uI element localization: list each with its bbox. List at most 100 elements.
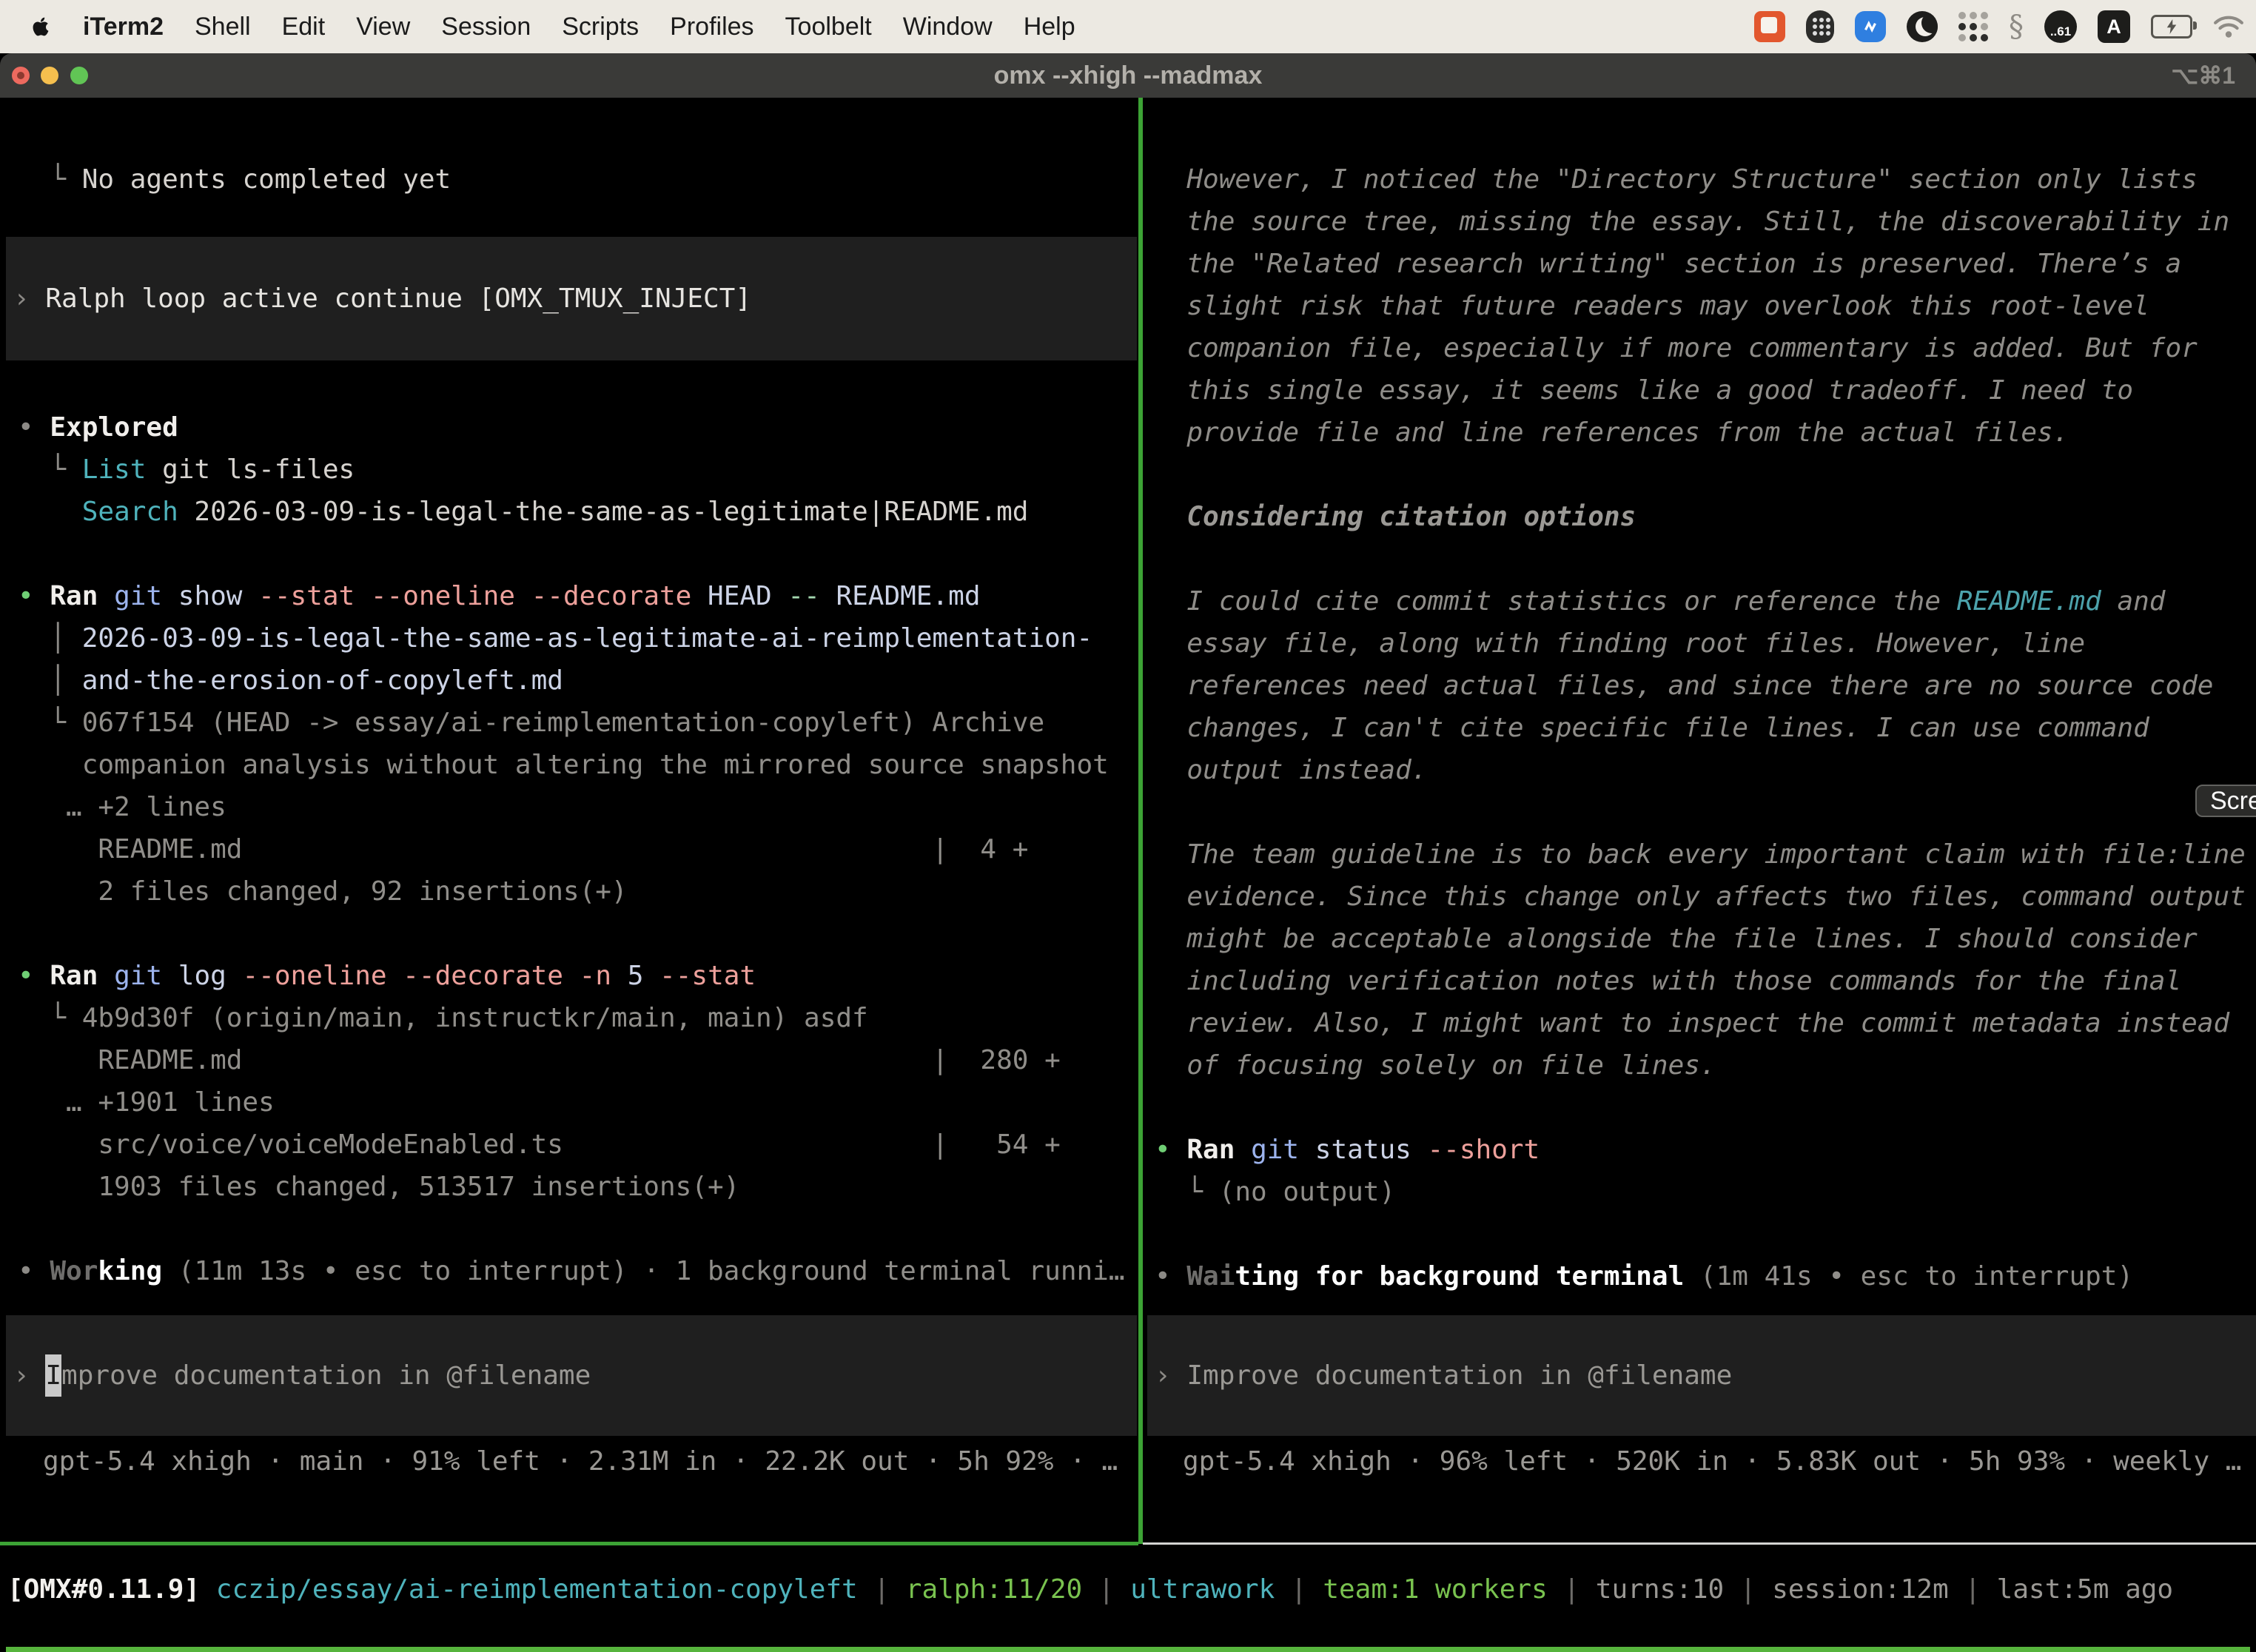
terminal-line [1155,1087,2246,1129]
terminal-line: evidence. Since this change only affects… [1155,876,2246,918]
terminal-line [1155,454,2246,496]
menu-item-profiles[interactable]: Profiles [670,13,753,41]
terminal-line: might be acceptable alongside the file l… [1155,918,2246,960]
wifi-icon[interactable] [2213,15,2244,38]
prompt-chevron: › [13,1354,45,1397]
terminal-area: └ No agents completed yet › Ralph loop a… [0,98,2256,1652]
terminal-line: • Working (11m 13s • esc to interrupt) ·… [18,1250,1125,1292]
ralph-loop-text: Ralph loop active continue [OMX_TMUX_INJ… [45,278,751,320]
terminal-line: changes, I can't cite specific file line… [1155,707,2246,749]
squiggle-icon[interactable]: § [2009,10,2024,44]
menu-item-edit[interactable]: Edit [282,13,326,41]
terminal-line: Considering citation options [1155,496,2246,538]
terminal-line: • Ran git log --oneline --decorate -n 5 … [18,955,1125,997]
terminal-line [18,913,1125,955]
terminal-line: └ 067f154 (HEAD -> essay/ai-reimplementa… [18,702,1125,744]
shield-grid-icon[interactable] [1806,10,1834,43]
window-title: omx --xhigh --madmax [0,53,2256,98]
dots-grid-icon[interactable] [1958,12,1988,41]
menu-item-help[interactable]: Help [1024,13,1075,41]
terminal-line: the source tree, missing the essay. Stil… [1155,201,2246,243]
terminal-line: slight risk that future readers may over… [1155,285,2246,327]
terminal-line: README.md | 4 + [18,828,1125,870]
terminal-line: │ and-the-erosion-of-copyleft.md [18,659,1125,702]
a-app-icon[interactable]: A [2098,10,2130,43]
terminal-line: • Ran git show --stat --oneline --decora… [18,575,1125,617]
apple-menu-icon[interactable] [31,13,53,40]
terminal-line: … +1901 lines [18,1081,1125,1124]
terminal-line: └ No agents completed yet [18,158,451,201]
terminal-line: • Waiting for background terminal (1m 41… [1155,1255,2246,1297]
terminal-line: └ 4b9d30f (origin/main, instructkr/main,… [18,997,1125,1039]
terminal-line: └ (no output) [1155,1171,2246,1213]
tmux-host-clock: "MacBook-Pro-44.local" 04:52 31-Mar-26 [1634,1648,2244,1652]
tmux-session-label: [omx-cczip0:bash* [10,1648,283,1652]
terminal-line: the "Related research writing" section i… [1155,243,2246,285]
badge-61-icon[interactable]: ..61 [2044,10,2077,43]
terminal-line: 1903 files changed, 513517 insertions(+) [18,1166,1125,1208]
terminal-line: │ 2026-03-09-is-legal-the-same-as-legiti… [18,617,1125,659]
terminal-line: essay file, along with finding root file… [1155,622,2246,665]
pane-divider-horizontal-right [1143,1542,2256,1545]
terminal-line [18,1208,1125,1250]
terminal-line: companion file, especially if more comme… [1155,327,2246,369]
terminal-line: The team guideline is to back every impo… [1155,833,2246,876]
terminal-line: references need actual files, and since … [1155,665,2246,707]
terminal-line: However, I noticed the "Directory Struct… [1155,158,2246,201]
terminal-line: review. Also, I might want to inspect th… [1155,1002,2246,1044]
window-titlebar: omx --xhigh --madmax ⌥⌘1 [0,53,2256,98]
menu-item-view[interactable]: View [356,13,410,41]
terminal-line [1155,791,2246,833]
terminal-line: 2 files changed, 92 insertions(+) [18,870,1125,913]
input-placeholder: mprove documentation in @filename [61,1354,591,1397]
omx-status-line: [OMX#0.11.9] cczip/essay/ai-reimplementa… [7,1568,2173,1611]
terminal-line: provide file and line references from th… [1155,412,2246,454]
menu-bar-status-icons: § ..61 A [1754,10,2244,44]
left-model-status: gpt-5.4 xhigh · main · 91% left · 2.31M … [43,1440,1118,1483]
menu-item-session[interactable]: Session [441,13,531,41]
battery-icon[interactable] [2151,15,2192,38]
menu-item-scripts[interactable]: Scripts [562,13,639,41]
terminal-line: including verification notes with those … [1155,960,2246,1002]
macos-menu-bar: iTerm2 Shell Edit View Session Scripts Profile… [0,0,2256,53]
right-command-input[interactable]: › Improve documentation in @filename [1147,1315,2256,1436]
terminal-line: Search 2026-03-09-is-legal-the-same-as-l… [18,491,1125,533]
terminal-line: of focusing solely on file lines. [1155,1044,2246,1087]
left-command-input[interactable]: › Improve documentation in @filename [6,1315,1137,1436]
terminal-line: … +2 lines [18,786,1125,828]
prompt-chevron: › [1155,1354,1186,1397]
window-shortcut-badge: ⌥⌘1 [2171,53,2235,98]
terminal-line: companion analysis without altering the … [18,744,1125,786]
crescent-icon[interactable] [1907,11,1938,42]
left-pane-top: └ No agents completed yet [18,158,451,201]
menu-item-shell[interactable]: Shell [195,13,251,41]
tooltip-text: Scre [2210,780,2256,822]
menu-items: iTerm2 Shell Edit View Session Scripts Profile… [83,13,1075,41]
terminal-line: • Ran git status --short [1155,1129,2246,1171]
terminal-line [1155,1213,2246,1255]
terminal-line: this single essay, it seems like a good … [1155,369,2246,412]
left-pane-log: • Explored └ List git ls-files Search 20… [18,406,1125,1292]
terminal-line: output instead. [1155,749,2246,791]
input-placeholder: Improve documentation in @filename [1186,1354,1732,1397]
text-cursor: I [45,1354,61,1397]
menu-item-toolbelt[interactable]: Toolbelt [785,13,872,41]
terminal-line [1155,538,2246,580]
screen-tooltip: Scre [2195,785,2256,817]
chat-app-icon[interactable] [1754,11,1785,42]
terminal-line: README.md | 280 + [18,1039,1125,1081]
right-model-status: gpt-5.4 xhigh · 96% left · 520K in · 5.8… [1183,1440,2241,1483]
terminal-line [18,533,1125,575]
iterm2-window: omx --xhigh --madmax ⌥⌘1 └ No agents com… [0,53,2256,1652]
terminal-line: I could cite commit statistics or refere… [1155,580,2246,622]
terminal-line: • Explored [18,406,1125,449]
pane-divider-vertical[interactable] [1138,98,1143,1544]
tmux-status-bar: [omx-cczip0:bash* "MacBook-Pro-44.local"… [6,1647,2250,1652]
menu-item-iterm2[interactable]: iTerm2 [83,13,164,41]
menu-item-window[interactable]: Window [903,13,993,41]
prompt-chevron: › [13,278,45,320]
left-ralph-input-box[interactable]: › Ralph loop active continue [OMX_TMUX_I… [6,237,1137,360]
right-pane-log: However, I noticed the "Directory Struct… [1155,158,2246,1297]
terminal-line: src/voice/voiceModeEnabled.ts | 54 + [18,1124,1125,1166]
blue-badge-icon[interactable] [1855,11,1886,42]
